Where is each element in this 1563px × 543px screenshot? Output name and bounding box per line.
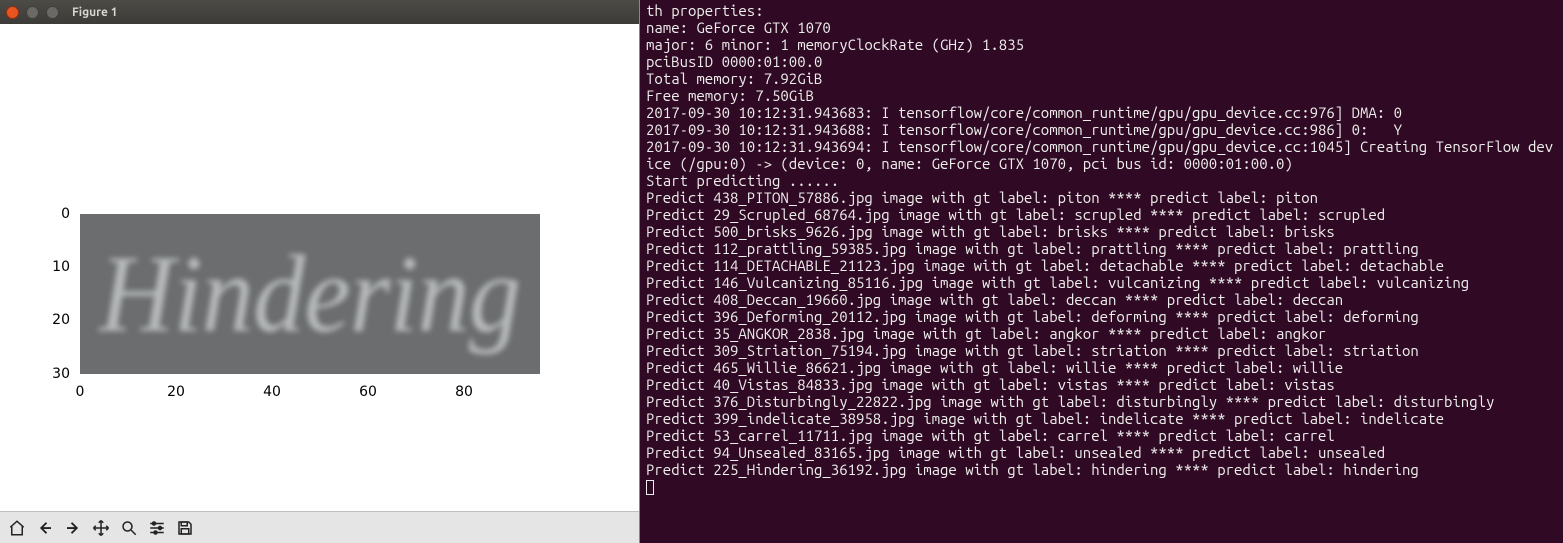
plot-canvas[interactable]: 0 10 20 30 0 20 40 60 80 Hindering	[0, 24, 639, 511]
image-text-content: Hindering	[99, 231, 520, 358]
back-icon[interactable]	[32, 515, 58, 541]
xtick-label: 40	[263, 384, 281, 400]
terminal-output: th properties: name: GeForce GTX 1070 ma…	[646, 2, 1553, 478]
ytick-label: 30	[52, 366, 70, 382]
xtick-label: 60	[359, 384, 377, 400]
terminal-cursor	[646, 480, 654, 495]
plot-image: Hindering	[80, 214, 540, 374]
figure-window: Figure 1 0 10 20 30 0 20 40 60 80 Hinder…	[0, 0, 640, 543]
xtick-label: 80	[455, 384, 473, 400]
ytick-label: 10	[52, 259, 70, 275]
xtick-label: 20	[167, 384, 185, 400]
minimize-icon[interactable]	[26, 6, 39, 19]
window-title: Figure 1	[72, 6, 118, 19]
terminal[interactable]: th properties: name: GeForce GTX 1070 ma…	[640, 0, 1563, 543]
window-titlebar[interactable]: Figure 1	[0, 0, 639, 24]
pan-icon[interactable]	[88, 515, 114, 541]
ytick-label: 20	[52, 312, 70, 328]
plot-axes: 0 10 20 30 0 20 40 60 80 Hindering	[80, 214, 540, 374]
close-icon[interactable]	[6, 6, 19, 19]
home-icon[interactable]	[4, 515, 30, 541]
save-icon[interactable]	[172, 515, 198, 541]
xtick-label: 0	[76, 384, 85, 400]
configure-icon[interactable]	[144, 515, 170, 541]
ytick-label: 0	[61, 206, 70, 222]
zoom-icon[interactable]	[116, 515, 142, 541]
maximize-icon[interactable]	[46, 6, 59, 19]
mpl-toolbar	[0, 511, 639, 543]
forward-icon[interactable]	[60, 515, 86, 541]
